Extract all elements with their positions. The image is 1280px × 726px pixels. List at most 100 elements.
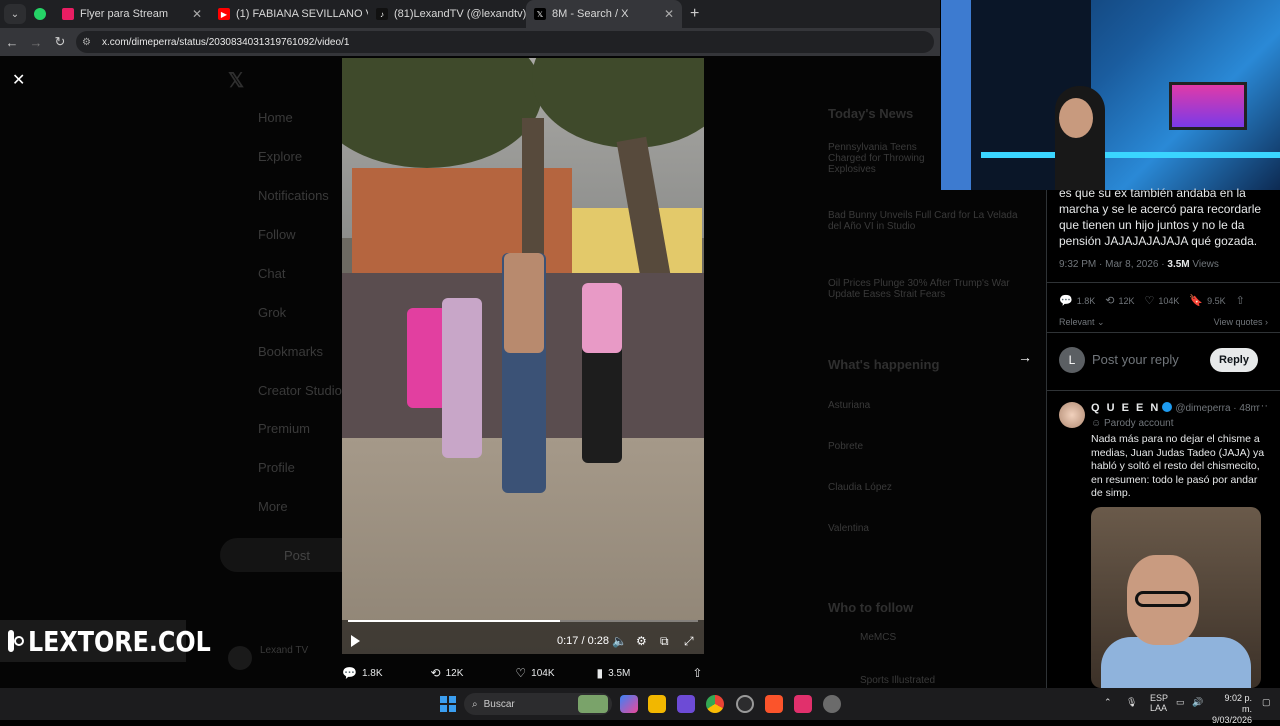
tweet-meta: 9:32 PM · Mar 8, 2026 · 3.5M Views (1059, 259, 1219, 270)
widgets-icon[interactable] (578, 695, 608, 713)
reply-author-name: Q U E E N (1091, 402, 1161, 414)
video-person (442, 298, 482, 458)
video-progress-fill (348, 620, 560, 622)
chrome-icon[interactable] (706, 695, 724, 713)
tab-tiktok[interactable]: ♪ (81)LexandTV (@lexandtv) | Tik ✕ (368, 0, 526, 28)
close-icon[interactable]: ✕ (12, 70, 25, 90)
tab-youtube[interactable]: ▶ (1) FABIANA SEVILLANO VS LA ✕ (210, 0, 368, 28)
file-explorer-icon[interactable] (648, 695, 666, 713)
close-icon[interactable]: ✕ (658, 7, 674, 21)
avatar: L (1059, 347, 1085, 373)
video-player[interactable] (342, 58, 704, 654)
comment-icon: 💬 (1059, 295, 1073, 307)
divider (1047, 390, 1280, 391)
like-action[interactable]: ♡ 104K (515, 666, 554, 680)
streamer-watermark: LEXTORE.COL (0, 620, 211, 662)
url-field[interactable]: ⚙ x.com/dimeperra/status/203083403131976… (76, 31, 934, 53)
settings-icon[interactable]: ⚙ (636, 634, 647, 648)
page-icon (62, 8, 74, 20)
app-icon[interactable] (677, 695, 695, 713)
repost-icon: ⟲ (1105, 295, 1115, 307)
stat-value: 9.5K (1207, 295, 1226, 306)
network-icon[interactable]: ▭ (1176, 697, 1185, 708)
tab-flyer[interactable]: Flyer para Stream ✕ (54, 0, 210, 28)
share-icon: ⇧ (1235, 295, 1245, 307)
whats-happening-title: What's happening (828, 357, 940, 372)
tab-search-icon[interactable]: ⌄ (4, 4, 26, 24)
sort-relevant-dropdown[interactable]: Relevant ⌄ (1059, 317, 1105, 328)
tab-x-search[interactable]: 𝕏 8M - Search / X ✕ (526, 0, 682, 28)
reply-media[interactable] (1091, 507, 1261, 688)
youtube-icon: ▶ (218, 8, 230, 20)
nav-notifications: Notifications (258, 188, 329, 203)
next-arrow-icon[interactable]: → (1018, 349, 1032, 365)
reply-button[interactable]: Reply (1210, 348, 1258, 372)
stat-reposts[interactable]: ⟲ 12K (1105, 294, 1134, 307)
volume-icon[interactable]: 🔈 (612, 634, 627, 648)
search-icon: ⌕ (472, 698, 478, 710)
share-button[interactable]: ⇧ (1236, 294, 1249, 307)
heart-icon: ♡ (515, 666, 527, 680)
verified-icon (1162, 402, 1173, 412)
back-icon[interactable]: ← (0, 35, 24, 50)
site-info-icon[interactable]: ⚙ (82, 37, 96, 48)
nav-premium: Premium (258, 421, 311, 436)
follow-suggestion: MeMCS (860, 632, 897, 643)
taskbar (0, 688, 1280, 720)
settings-icon[interactable] (823, 695, 841, 713)
clock-time: 9:02 p. m. (1224, 693, 1252, 714)
x-logo-icon: 𝕏 (228, 70, 245, 92)
video-person (582, 283, 622, 353)
watermark-text: LEXTORE.COL (28, 624, 211, 658)
video-controls (342, 620, 704, 654)
chevron-up-icon[interactable]: ⌃ (1104, 697, 1112, 708)
reply-handle: @dimeperra · 48m (1175, 403, 1259, 414)
app-icon[interactable] (736, 695, 754, 713)
sort-label: Relevant (1059, 317, 1095, 327)
tab-whatsapp[interactable] (26, 0, 54, 28)
forward-icon[interactable]: → (24, 35, 48, 50)
stat-replies[interactable]: 💬 1.8K (1059, 294, 1095, 307)
trend-item: Asturiana (828, 400, 871, 411)
reply-input[interactable]: Post your reply (1092, 352, 1179, 367)
reload-icon[interactable]: ↻ (48, 34, 72, 50)
view-quotes-label: View quotes (1213, 317, 1263, 327)
lang-code: ESP (1150, 693, 1169, 703)
play-icon[interactable] (351, 635, 360, 647)
video-person (407, 308, 447, 408)
brave-icon[interactable] (765, 695, 783, 713)
tiktok-app-icon[interactable] (794, 695, 812, 713)
video-person (504, 253, 544, 353)
windows-start-icon[interactable] (440, 696, 456, 712)
profile-name-ghost: Lexand TV (260, 645, 309, 656)
parody-label-text: Parody account (1104, 418, 1174, 429)
views-action[interactable]: ▮ 3.5M (597, 666, 631, 680)
reply-count: 1.8K (361, 667, 383, 679)
new-tab-icon[interactable]: + (690, 5, 699, 23)
volume-icon[interactable]: 🔊 (1192, 697, 1203, 708)
notifications-icon[interactable]: ▢ (1262, 697, 1271, 708)
nav-chat: Chat (258, 266, 286, 281)
tab-label: 8M - Search / X (552, 8, 629, 20)
nav-grok: Grok (258, 305, 287, 320)
tweet-views-label: Views (1192, 259, 1219, 270)
avatar[interactable] (1059, 402, 1085, 428)
repost-action[interactable]: ⟲ 12K (431, 666, 464, 680)
microphone-icon[interactable]: 🎙 (1126, 697, 1137, 708)
pip-icon[interactable]: ⧉ (660, 634, 669, 649)
taskbar-clock[interactable]: 9:02 p. m. 9/03/2026 (1212, 693, 1252, 726)
language-indicator[interactable]: ESP LAA (1150, 693, 1168, 713)
fullscreen-icon[interactable]: ⤢ (684, 634, 694, 649)
more-options-icon[interactable]: ··· (1257, 400, 1268, 412)
tweet-stats: 💬 1.8K ⟲ 12K ♡ 104K 🔖 9.5K ⇧ (1059, 294, 1269, 307)
media-shirt (1101, 637, 1251, 688)
copilot-icon[interactable] (620, 695, 638, 713)
stat-likes[interactable]: ♡ 104K (1144, 294, 1179, 307)
close-icon[interactable]: ✕ (186, 7, 202, 21)
reply-author[interactable]: Q U E E N @dimeperra · 48m (1091, 402, 1259, 414)
webcam-light (941, 0, 971, 190)
reply-action[interactable]: 💬 1.8K (342, 666, 383, 680)
share-action[interactable]: ⇧ (692, 666, 707, 680)
stat-bookmarks[interactable]: 🔖 9.5K (1189, 294, 1225, 307)
view-quotes-link[interactable]: View quotes › (1214, 317, 1268, 327)
